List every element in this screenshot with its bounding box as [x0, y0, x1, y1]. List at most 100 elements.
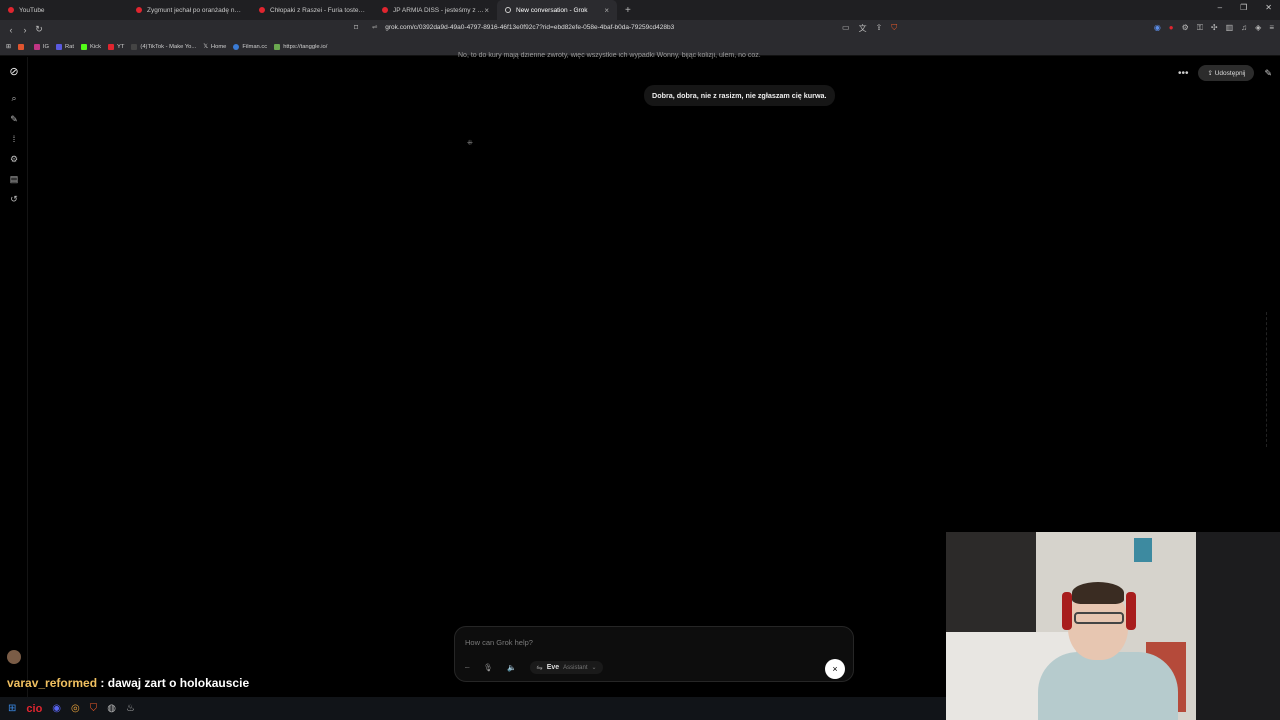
- share-page-icon[interactable]: ⇪: [876, 23, 883, 34]
- bookmark-filman[interactable]: Filman.cc: [233, 44, 267, 50]
- close-window-icon[interactable]: ✕: [1265, 3, 1272, 12]
- chat-composer[interactable]: How can Grok help? ┈ 🎙 🔈 ⇋ Eve Assistant…: [454, 626, 854, 682]
- close-tab-icon[interactable]: ×: [484, 6, 489, 15]
- tab-title: Chłopaki z Raszei - Furia tosterowa: [270, 6, 366, 14]
- more-options-icon[interactable]: •••: [1178, 68, 1189, 79]
- apps-icon[interactable]: ⊞: [6, 44, 11, 50]
- rat-icon: [55, 44, 62, 50]
- discord-icon[interactable]: ◉: [52, 703, 61, 714]
- tab-title: Zygmunt jechał po oranżadę na row...: [147, 6, 243, 14]
- new-tab-button[interactable]: +: [625, 5, 631, 16]
- close-voice-button[interactable]: ×: [825, 659, 845, 679]
- chrome-icon[interactable]: ◎: [71, 703, 80, 714]
- curtain: [1196, 532, 1280, 720]
- microphone-icon[interactable]: 🎙: [484, 663, 494, 672]
- record-icon[interactable]: ●: [1169, 23, 1174, 33]
- taskbar-text: cio: [26, 702, 43, 715]
- bookmark-tiktok[interactable]: (4)TikTok - Make Yo...: [131, 44, 196, 50]
- grok-logo-icon[interactable]: ⊘: [8, 65, 20, 78]
- new-chat-icon[interactable]: ✎: [8, 114, 20, 125]
- bookmark-label: Kick: [90, 44, 101, 50]
- brave-icon[interactable]: ⛉: [90, 703, 98, 714]
- hair: [1072, 582, 1124, 604]
- windows-start-icon[interactable]: ⊞: [8, 703, 16, 714]
- chevron-down-icon: ⌄: [591, 665, 597, 671]
- projects-icon[interactable]: ▤: [8, 174, 20, 185]
- tab-strip: YouTube Zygmunt jechał po oranżadę na ro…: [0, 0, 1280, 20]
- share-button[interactable]: ⇪ Udostępnij: [1198, 65, 1255, 81]
- sidebar-icon[interactable]: ▥: [1226, 23, 1234, 33]
- youtube-icon: [8, 7, 14, 13]
- voice-selector[interactable]: ⇋ Eve Assistant ⌄: [530, 661, 603, 674]
- reload-icon[interactable]: ↻: [32, 24, 46, 35]
- wall-picture: [1134, 538, 1152, 562]
- bookmark-label: https://tanggle.io/: [283, 44, 328, 50]
- speaker-icon[interactable]: 🔈: [507, 663, 516, 672]
- puzzle-icon[interactable]: ✣: [1211, 23, 1218, 33]
- bookmark-yt[interactable]: YT: [107, 44, 124, 50]
- bookmark-kick[interactable]: Kick: [81, 44, 101, 50]
- avatar[interactable]: [7, 650, 21, 664]
- bookmark-tanggle[interactable]: https://tanggle.io/: [274, 44, 327, 50]
- restore-icon[interactable]: ❐: [1240, 3, 1247, 12]
- bookmark-home[interactable]: 𝕏 Home: [203, 44, 226, 50]
- tab-title: YouTube: [19, 6, 45, 14]
- screen: YouTube Zygmunt jechał po oranżadę na ro…: [0, 0, 1280, 720]
- voice-icon[interactable]: ⁞: [8, 134, 20, 144]
- filman-icon: [233, 44, 240, 50]
- imagine-icon[interactable]: ⚙: [8, 154, 20, 165]
- youtube-icon: [382, 7, 388, 13]
- user-message-bubble: Dobra, dobra, nie z rasizm, nie zgłaszam…: [644, 85, 835, 106]
- brave-shield-icon[interactable]: ⛉: [891, 23, 897, 34]
- tab-youtube[interactable]: YouTube: [0, 0, 128, 20]
- tab-chlopaki[interactable]: Chłopaki z Raszei - Furia tosterowa: [251, 0, 374, 20]
- url-text: grok.com/c/0392da9d-49a0-4797-8916-46f13…: [385, 24, 675, 31]
- forward-icon[interactable]: ›: [18, 25, 32, 35]
- voice-mode: Assistant: [563, 664, 588, 671]
- chat-username: varav_reformed: [7, 676, 98, 690]
- search-icon[interactable]: ⌕: [8, 93, 20, 104]
- composer-tools: ┈ 🎙 🔈 ⇋ Eve Assistant ⌄: [465, 661, 603, 674]
- vpn-icon[interactable]: ⚿: [1197, 23, 1203, 33]
- site-info-icon[interactable]: ⇌: [372, 24, 377, 31]
- cast-icon[interactable]: ▭: [842, 23, 850, 34]
- bookmark-folder[interactable]: [17, 44, 27, 50]
- bookmark-label: Filman.cc: [242, 44, 268, 50]
- scroll-indicator[interactable]: [1266, 312, 1270, 447]
- bookmark-label: (4)TikTok - Make Yo...: [140, 44, 197, 50]
- bookmark-rat[interactable]: Rat: [55, 44, 74, 50]
- tab-grok[interactable]: New conversation - Grok ×: [497, 0, 617, 20]
- composer-placeholder[interactable]: How can Grok help?: [465, 638, 533, 647]
- extensions-bar: ◉ ● ⚙ ⚿ ✣ ▥ ♫ ◈ ≡: [1154, 23, 1274, 33]
- share-label: Udostępnij: [1214, 70, 1246, 77]
- new-conversation-icon[interactable]: ✎: [1264, 68, 1272, 79]
- headset-left: [1062, 592, 1072, 630]
- glasses: [1074, 612, 1124, 624]
- translate-icon[interactable]: 文: [859, 23, 867, 34]
- extension-icon[interactable]: ⚙: [1182, 23, 1189, 33]
- menu-icon[interactable]: ≡: [1269, 23, 1274, 33]
- tiktok-icon: [131, 44, 138, 50]
- tanggle-icon: [274, 44, 281, 50]
- bookmark-label: IG: [42, 44, 49, 50]
- history-icon[interactable]: ↺: [8, 194, 20, 205]
- bookmark-icon[interactable]: ⌑: [354, 23, 358, 32]
- grok-sidebar: ⊘ ⌕ ✎ ⁞ ⚙ ▤ ↺: [0, 57, 28, 697]
- close-tab-icon[interactable]: ×: [604, 6, 609, 15]
- tab-zygmunt[interactable]: Zygmunt jechał po oranżadę na row...: [128, 0, 251, 20]
- waveform-icon[interactable]: ┈: [465, 663, 470, 672]
- wallet-icon[interactable]: ◈: [1255, 23, 1261, 33]
- webcam-feed: [946, 532, 1280, 720]
- navigation-bar: ‹ › ↻ ⌑ ⇌ grok.com/c/0392da9d-49a0-4797-…: [0, 20, 1280, 39]
- minimize-icon[interactable]: –: [1218, 3, 1222, 12]
- tab-jp-armia[interactable]: JP ARMIA DISS - jesteśmy z Pocż... ×: [374, 0, 497, 20]
- bookmark-ig[interactable]: IG: [33, 44, 49, 50]
- address-bar[interactable]: ⇌ grok.com/c/0392da9d-49a0-4797-8916-46f…: [372, 23, 674, 31]
- steam-icon[interactable]: ♨: [126, 703, 135, 714]
- hoodie: [1038, 652, 1178, 720]
- tab-title: New conversation - Grok: [516, 6, 588, 14]
- audio-icon[interactable]: ◉: [1154, 23, 1161, 33]
- obs-icon[interactable]: ◍: [107, 703, 116, 714]
- media-icon[interactable]: ♫: [1241, 23, 1247, 33]
- back-icon[interactable]: ‹: [4, 25, 18, 35]
